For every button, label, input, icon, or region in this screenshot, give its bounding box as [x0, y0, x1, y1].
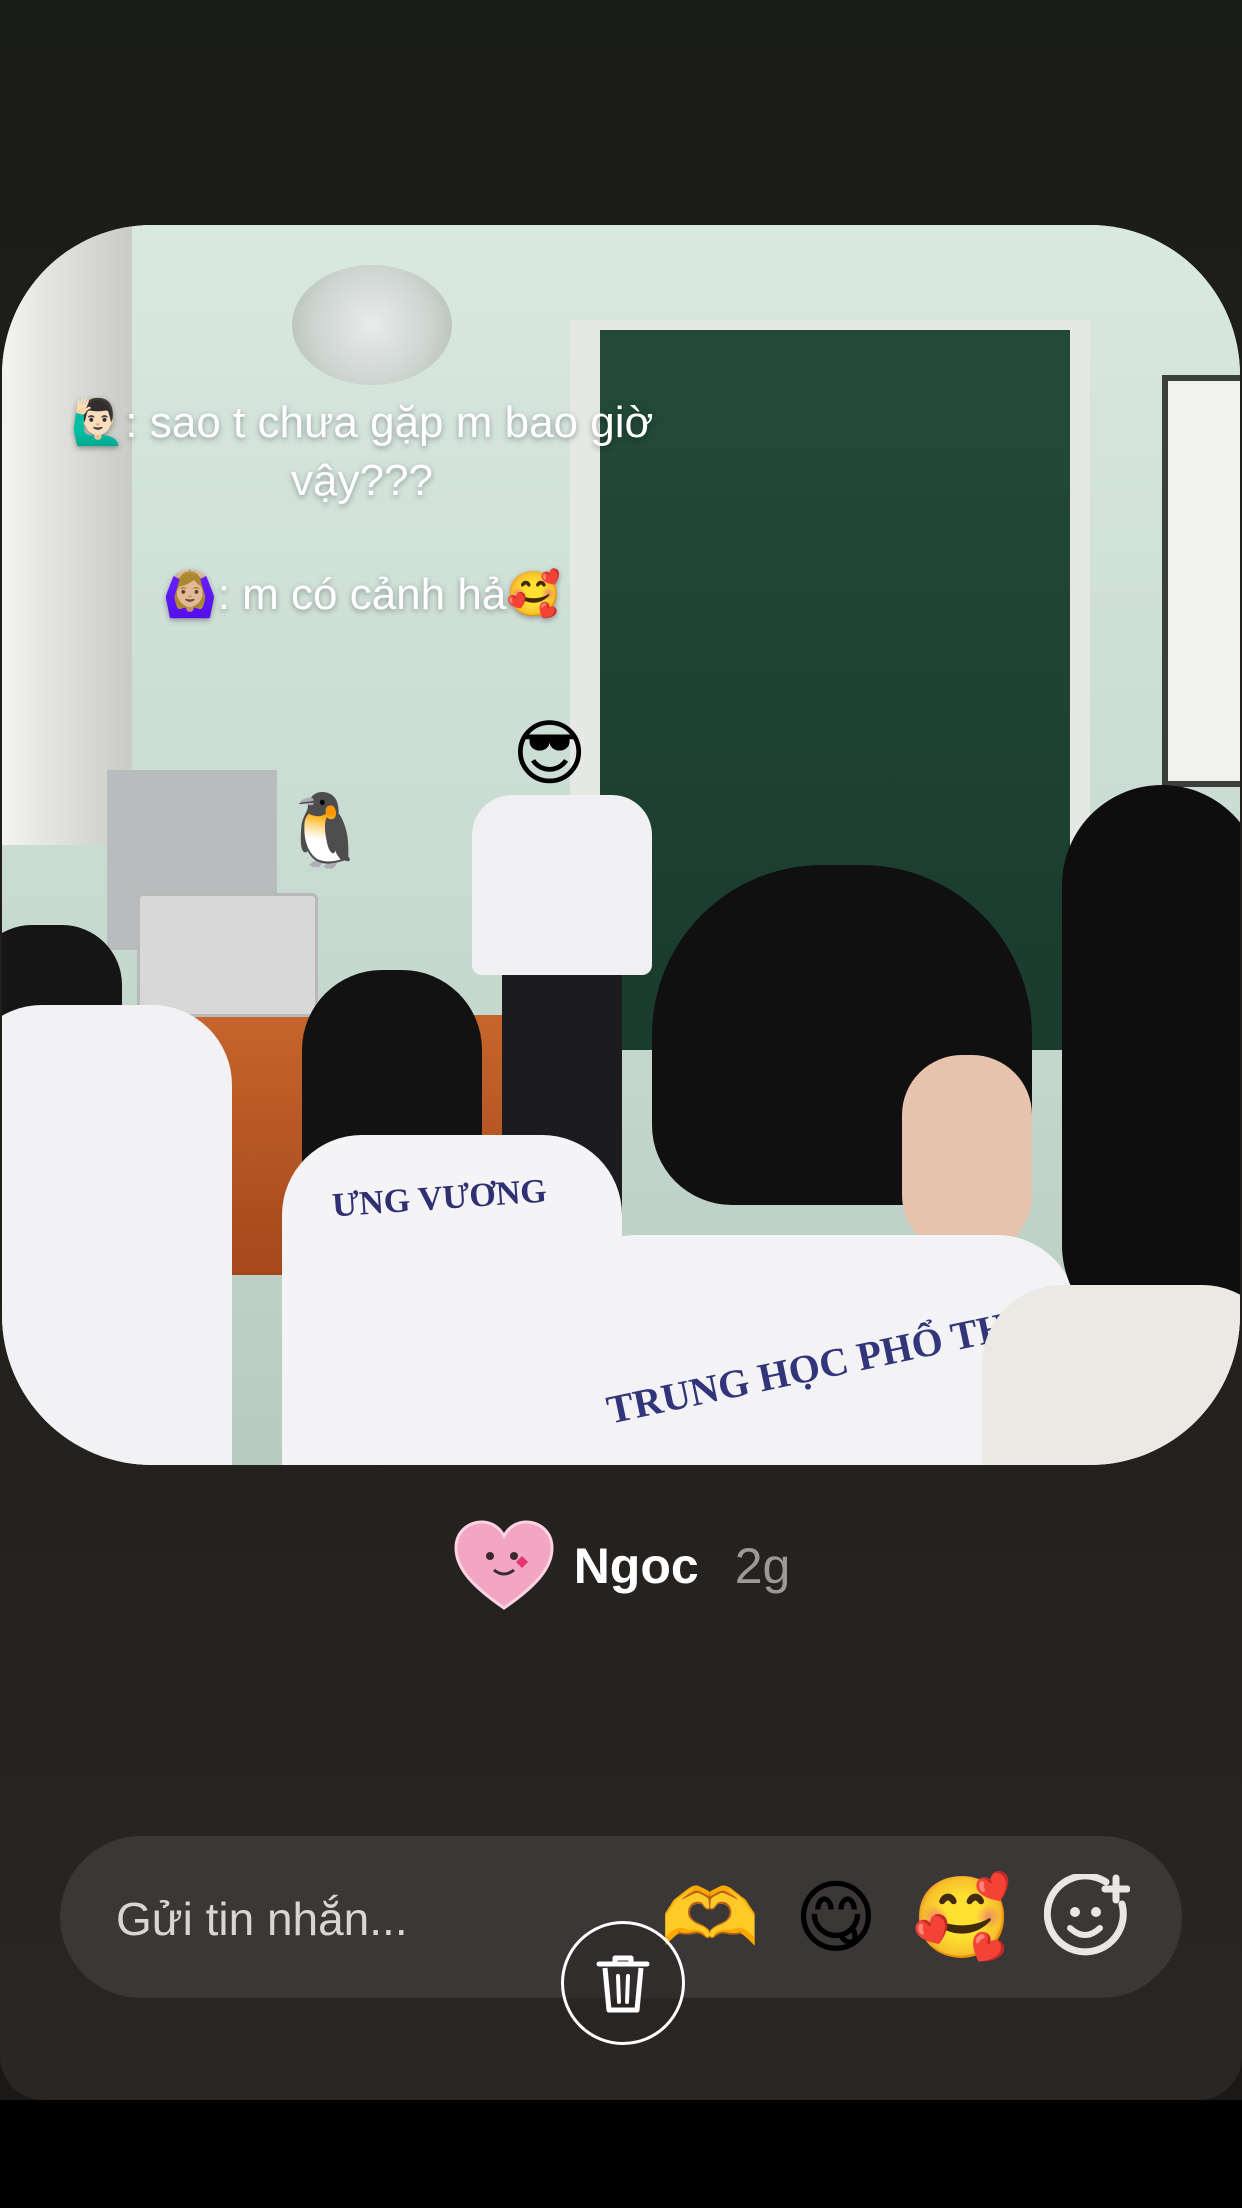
bottom-bar	[0, 2100, 1242, 2208]
photo-student-neck	[902, 1055, 1032, 1255]
message-input[interactable]: Gửi tin nhắn...	[116, 1892, 408, 1946]
photo-student	[982, 1285, 1240, 1465]
avatar[interactable]	[452, 1520, 556, 1612]
story-photo[interactable]: ƯNG VƯƠNG TRUNG HỌC PHỔ THÔNG 😎 🐧 🙋🏻‍♂️:…	[2, 225, 1240, 1465]
delete-button[interactable]	[561, 1921, 685, 2045]
photo-laptop	[137, 893, 318, 1017]
yum-face-reaction-button[interactable]: 😋	[788, 1870, 884, 1966]
photo-student-hair	[1062, 785, 1240, 1345]
story-author[interactable]: Ngoc 2g	[0, 1520, 1242, 1612]
story-viewer: ƯNG VƯƠNG TRUNG HỌC PHỔ THÔNG 😎 🐧 🙋🏻‍♂️:…	[0, 0, 1242, 2100]
photo-side-board	[1162, 375, 1240, 787]
add-reaction-button[interactable]	[1043, 1872, 1131, 1960]
sunglasses-face-sticker: 😎	[511, 713, 588, 794]
caption-line: vậy???	[291, 456, 433, 505]
author-name[interactable]: Ngoc	[574, 1537, 699, 1595]
post-time: 2g	[734, 1538, 791, 1594]
trash-icon	[596, 1955, 650, 2013]
smiling-hearts-reaction-button[interactable]: 🥰	[912, 1870, 1012, 1966]
add-emoji-icon	[1043, 1872, 1131, 1956]
caption-line: 🙆🏼‍♀️: m có cảnh hả🥰	[162, 570, 562, 619]
heart-avatar-icon	[454, 1520, 554, 1610]
photo-fan	[292, 265, 452, 385]
photo-student	[2, 1005, 232, 1465]
caption-line: 🙋🏻‍♂️: sao t chưa gặp m bao giờ	[70, 398, 654, 447]
penguin-sticker: 🐧	[280, 790, 370, 871]
photo-curtain	[2, 225, 132, 845]
photo-shirt	[472, 795, 652, 975]
